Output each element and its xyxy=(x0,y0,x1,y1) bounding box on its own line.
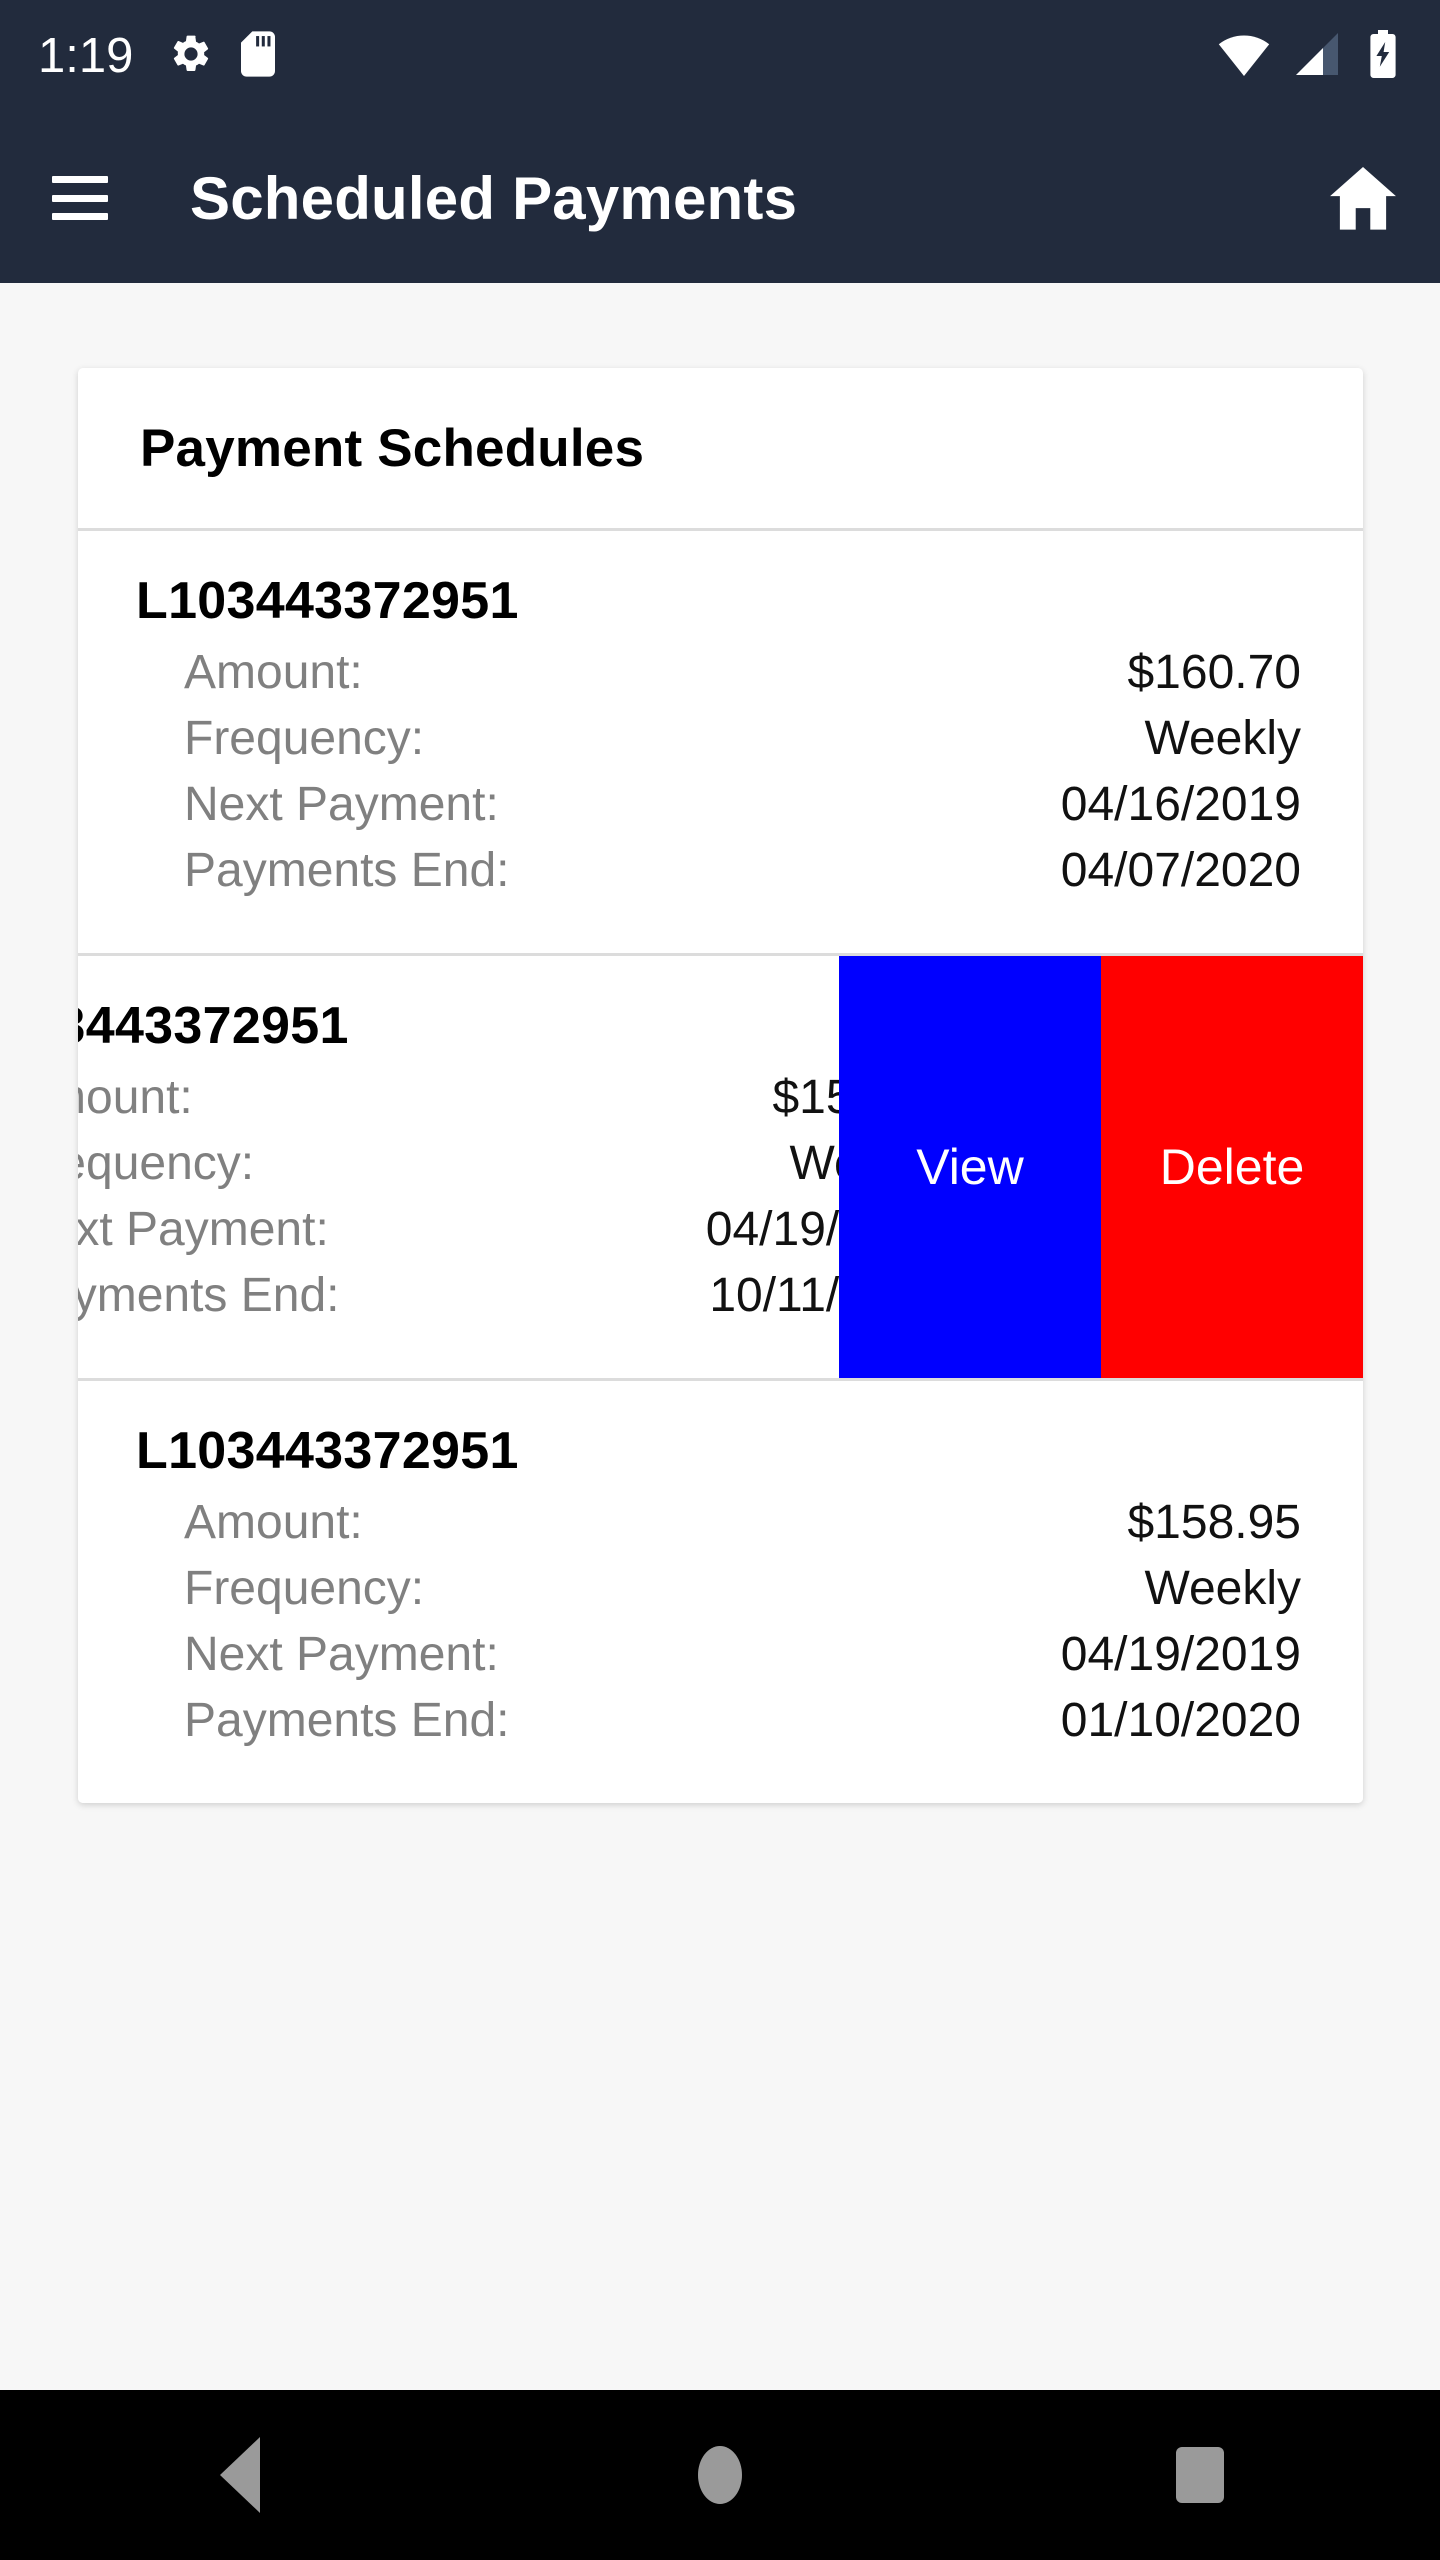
detail-label: Amount: xyxy=(78,1071,193,1124)
detail-value: Weekly xyxy=(1144,712,1302,765)
back-triangle-icon[interactable] xyxy=(180,2415,300,2535)
detail-amount: Amount: $158.95 xyxy=(184,1495,1301,1561)
view-button[interactable]: View xyxy=(839,956,1101,1378)
detail-value: 04/07/2020 xyxy=(1060,844,1301,897)
battery-charging-icon xyxy=(1366,30,1400,83)
android-navigation-bar xyxy=(0,2390,1440,2560)
detail-label: Next Payment: xyxy=(184,1628,499,1681)
hamburger-menu-icon[interactable] xyxy=(52,176,108,220)
detail-value: 04/16/2019 xyxy=(1060,778,1301,831)
detail-value: Weekly xyxy=(1144,1562,1302,1615)
detail-next-payment: Next Payment: 04/16/2019 xyxy=(184,777,1301,843)
recents-square-icon[interactable] xyxy=(1140,2415,1260,2535)
detail-next-payment: Next Payment: 04/19/2019 xyxy=(184,1627,1301,1693)
detail-label: Payments End: xyxy=(78,1269,340,1322)
phone-screen: 1:19 Scheduled Payments Payment Schedule… xyxy=(0,0,1440,2560)
settings-gear-icon xyxy=(169,32,213,81)
detail-payments-end: Payments End: 04/07/2020 xyxy=(184,843,1301,909)
status-bar-clock: 1:19 xyxy=(38,29,134,83)
detail-label: Frequency: xyxy=(184,712,425,765)
schedule-row-body: L103443372951 Amount: $160.70 Frequency:… xyxy=(78,531,1363,953)
detail-value: $158.95 xyxy=(1127,1496,1301,1549)
recents-glyph xyxy=(1176,2447,1224,2503)
schedule-row[interactable]: L103443372951 Amount: $158.95 Frequency:… xyxy=(78,1381,1363,1803)
status-bar-left-icons xyxy=(169,31,276,82)
hamburger-line xyxy=(52,213,108,220)
detail-label: Frequency: xyxy=(184,1562,425,1615)
detail-label: Next Payment: xyxy=(78,1203,329,1256)
schedule-row[interactable]: L103443372951 Amount: $160.70 Frequency:… xyxy=(78,531,1363,956)
detail-label: Frequency: xyxy=(78,1137,255,1190)
detail-value: 04/19/2019 xyxy=(1060,1628,1301,1681)
cell-signal-icon xyxy=(1294,31,1342,82)
home-circle-icon[interactable] xyxy=(660,2415,780,2535)
hamburger-line xyxy=(52,176,108,183)
detail-value: 01/10/2020 xyxy=(1060,1694,1301,1747)
card-header: Payment Schedules xyxy=(78,368,1363,531)
schedule-reference: L103443372951 xyxy=(136,572,519,630)
home-icon[interactable] xyxy=(1320,155,1406,241)
detail-label: Payments End: xyxy=(184,844,510,897)
detail-value: $160.70 xyxy=(1127,646,1301,699)
payment-schedules-card: Payment Schedules L103443372951 Amount: … xyxy=(78,368,1363,1803)
sd-card-icon xyxy=(241,31,276,82)
detail-frequency: Frequency: Weekly xyxy=(184,711,1301,777)
page-title: Scheduled Payments xyxy=(190,164,798,232)
detail-label: Payments End: xyxy=(184,1694,510,1747)
schedule-reference: L103443372951 xyxy=(136,1422,519,1480)
delete-button[interactable]: Delete xyxy=(1101,956,1363,1378)
app-bar: Scheduled Payments xyxy=(0,113,1440,283)
detail-payments-end: Payments End: 01/10/2020 xyxy=(184,1693,1301,1759)
wifi-icon xyxy=(1218,31,1270,82)
hamburger-line xyxy=(52,194,108,202)
detail-label: Next Payment: xyxy=(184,778,499,831)
detail-label: Amount: xyxy=(184,1496,363,1549)
back-glyph xyxy=(220,2437,260,2513)
status-bar-right-icons xyxy=(1218,30,1400,83)
schedule-details: Amount: $160.70 Frequency: Weekly Next P… xyxy=(136,645,1301,909)
status-bar: 1:19 xyxy=(0,0,1440,113)
home-glyph xyxy=(698,2446,742,2504)
detail-amount: Amount: $160.70 xyxy=(184,645,1301,711)
swipe-action-buttons: View Delete xyxy=(839,956,1363,1378)
card-header-title: Payment Schedules xyxy=(140,418,645,478)
detail-frequency: Frequency: Weekly xyxy=(184,1561,1301,1627)
schedule-row-body: L103443372951 Amount: $158.95 Frequency:… xyxy=(78,1381,1363,1803)
schedule-row-swiped[interactable]: L103443372951 Amount: $158.95 Frequency:… xyxy=(78,956,1363,1381)
detail-label: Amount: xyxy=(184,646,363,699)
schedule-details: Amount: $158.95 Frequency: Weekly Next P… xyxy=(136,1495,1301,1759)
